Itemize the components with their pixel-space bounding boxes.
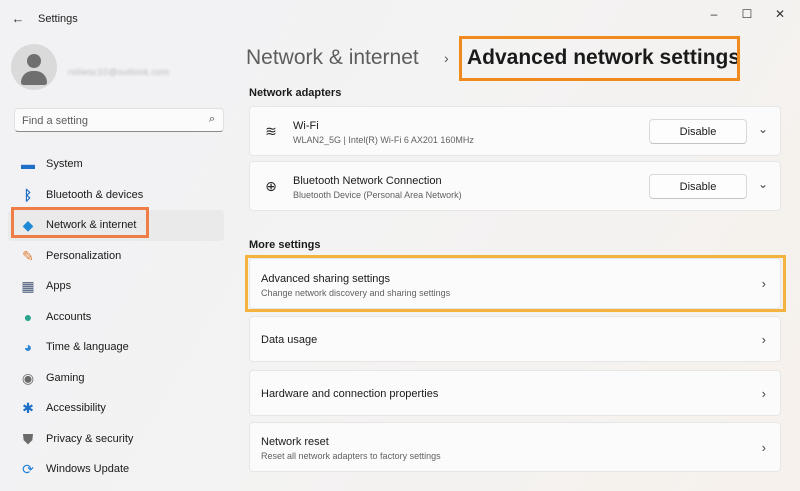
chevron-down-icon[interactable]: ⌄: [758, 177, 768, 191]
app-title: Settings: [38, 13, 78, 25]
page-title: Advanced network settings: [467, 46, 741, 69]
main-content: Network & internet › Advanced network se…: [232, 36, 800, 491]
close-icon[interactable]: ✕: [766, 6, 794, 22]
nav-list: ▬ System ᛒ Bluetooth & devices ◆ Network…: [8, 149, 224, 485]
wifi-icon: ◆: [22, 217, 34, 233]
row-title: Data usage: [261, 334, 318, 346]
breadcrumb-parent[interactable]: Network & internet: [246, 46, 419, 70]
shield-icon: ⛊: [22, 430, 34, 447]
sidebar-item-label: Windows Update: [46, 463, 130, 475]
advanced-sharing-settings-row[interactable]: Advanced sharing settings Change network…: [249, 258, 781, 309]
sidebar-item-label: Bluetooth & devices: [46, 188, 144, 201]
adapter-name: Bluetooth Network Connection: [293, 175, 442, 187]
adapter-card-wifi: ≋ Wi-Fi WLAN2_5G | Intel(R) Wi-Fi 6 AX20…: [249, 106, 781, 156]
chevron-down-icon[interactable]: ⌄: [758, 122, 768, 136]
sidebar-item-label: Personalization: [46, 249, 122, 262]
sidebar-item-label: Network & internet: [46, 219, 137, 231]
avatar-head-shape: [27, 54, 41, 68]
bluetooth-icon: ᛒ: [23, 186, 33, 203]
sidebar-item-label: Accessibility: [46, 402, 106, 414]
gamepad-icon: ◉: [21, 369, 35, 386]
title-bar: ← Settings – ☐ ✕: [0, 0, 800, 36]
apps-icon: ▦: [21, 278, 35, 294]
sidebar-item-label: Gaming: [46, 371, 85, 384]
avatar-body-shape: [21, 71, 47, 85]
adapter-detail: WLAN2_5G | Intel(R) Wi-Fi 6 AX201 160MHz: [293, 135, 474, 145]
search-icon[interactable]: ⌕: [209, 113, 215, 126]
hardware-connection-properties-row[interactable]: Hardware and connection properties ›: [249, 370, 781, 416]
disable-button[interactable]: Disable: [649, 174, 747, 199]
chevron-right-icon: ›: [761, 276, 766, 291]
wifi-icon: ≋: [265, 123, 277, 139]
adapter-card-bluetooth: ⊕ Bluetooth Network Connection Bluetooth…: [249, 161, 781, 211]
sidebar: rstlwsc10@outlook.com ⌕ ▬ System ᛒ Bluet…: [0, 36, 232, 491]
accessibility-icon: ✱: [22, 400, 34, 416]
sidebar-item-apps[interactable]: ▦ Apps: [8, 271, 224, 302]
row-title: Network reset: [261, 436, 329, 448]
chevron-right-icon: ›: [761, 386, 766, 401]
sidebar-item-personalization[interactable]: ✎ Personalization: [8, 241, 224, 272]
breadcrumb-separator-icon: ›: [444, 50, 449, 66]
section-heading-network-adapters: Network adapters: [249, 87, 342, 99]
sidebar-item-accessibility[interactable]: ✱ Accessibility: [8, 393, 224, 424]
sidebar-item-system[interactable]: ▬ System: [8, 149, 224, 180]
sidebar-item-bluetooth[interactable]: ᛒ Bluetooth & devices: [8, 180, 224, 211]
section-heading-more-settings: More settings: [249, 239, 321, 251]
network-reset-row[interactable]: Network reset Reset all network adapters…: [249, 422, 781, 472]
row-title: Hardware and connection properties: [261, 388, 439, 400]
brush-icon: ✎: [22, 247, 34, 264]
sidebar-item-accounts[interactable]: ● Accounts: [8, 302, 224, 333]
sidebar-item-time-language[interactable]: ◕ Time & language: [8, 332, 224, 363]
update-icon: ⟳: [22, 461, 34, 477]
minimize-icon[interactable]: –: [700, 6, 728, 22]
sidebar-item-windows-update[interactable]: ⟳ Windows Update: [8, 454, 224, 485]
maximize-icon[interactable]: ☐: [733, 6, 761, 22]
search-input[interactable]: [22, 113, 197, 128]
sidebar-item-network[interactable]: ◆ Network & internet: [8, 210, 224, 241]
data-usage-row[interactable]: Data usage ›: [249, 316, 781, 362]
sidebar-item-label: Apps: [46, 280, 72, 292]
avatar[interactable]: [11, 44, 57, 90]
sidebar-item-privacy-security[interactable]: ⛊ Privacy & security: [8, 424, 224, 455]
sidebar-item-label: Privacy & security: [46, 432, 134, 445]
row-title: Advanced sharing settings: [261, 273, 391, 285]
account-email: rstlwsc10@outlook.com: [68, 67, 170, 77]
chevron-right-icon: ›: [761, 332, 766, 347]
display-icon: ▬: [21, 156, 35, 172]
sidebar-item-label: Time & language: [46, 341, 129, 353]
person-icon: ●: [23, 308, 33, 325]
adapter-name: Wi-Fi: [293, 120, 319, 132]
back-arrow-icon[interactable]: ←: [8, 9, 28, 29]
row-subtitle: Change network discovery and sharing set…: [261, 288, 451, 298]
sidebar-item-label: Accounts: [46, 310, 92, 323]
disable-button[interactable]: Disable: [649, 119, 747, 144]
sidebar-item-gaming[interactable]: ◉ Gaming: [8, 363, 224, 394]
search-box[interactable]: ⌕: [14, 108, 224, 132]
sidebar-item-label: System: [46, 158, 83, 170]
globe-clock-icon: ◕: [23, 339, 33, 355]
chevron-right-icon: ›: [761, 440, 766, 455]
adapter-detail: Bluetooth Device (Personal Area Network): [293, 190, 462, 200]
row-subtitle: Reset all network adapters to factory se…: [261, 451, 441, 461]
globe-icon: ⊕: [265, 178, 277, 194]
